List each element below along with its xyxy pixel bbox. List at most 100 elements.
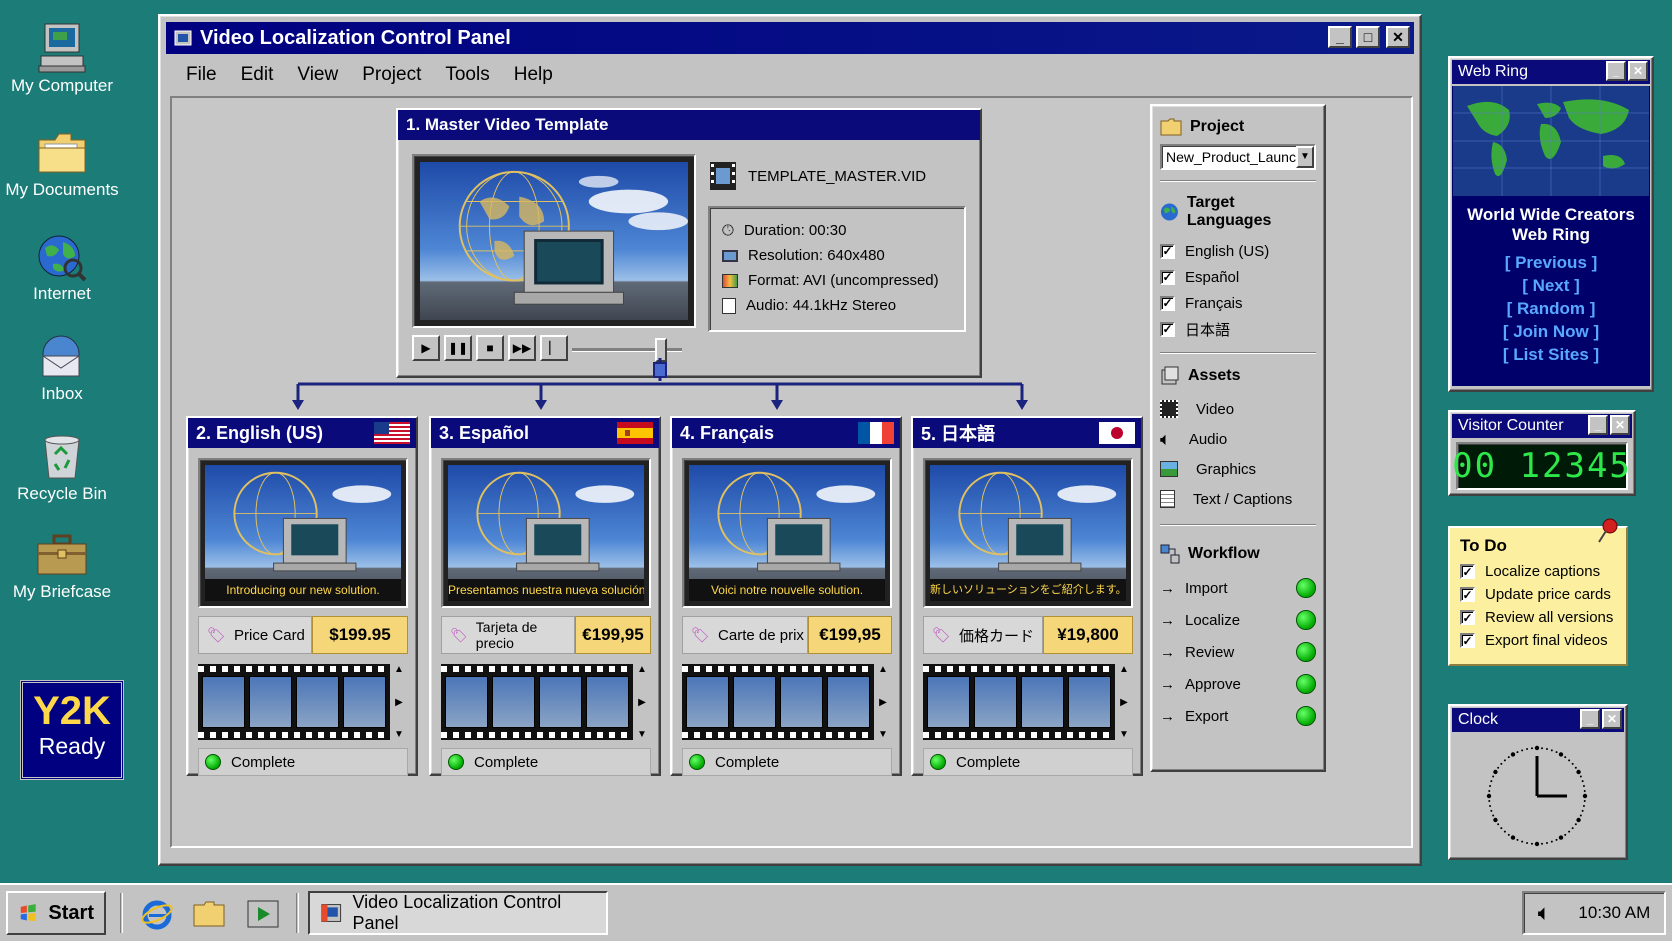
language-card-spanish[interactable]: 3. Español Presentamos nuestra nueva sol…	[429, 416, 661, 776]
asset-item-graphics[interactable]: Graphics	[1160, 454, 1316, 484]
quick-launch-folder[interactable]	[192, 899, 226, 934]
workflow-step-export[interactable]: → Export	[1160, 700, 1316, 732]
desktop-icon-inbox[interactable]: Inbox	[0, 332, 124, 404]
price-value[interactable]: €199,95	[575, 616, 651, 654]
checkbox-checked-icon[interactable]: ✓	[1160, 243, 1175, 259]
desktop-icon-my-computer[interactable]: My Computer	[0, 22, 124, 96]
web-ring-next-link[interactable]: [ Next ]	[1452, 274, 1650, 297]
menu-project[interactable]: Project	[350, 60, 433, 90]
film-frame[interactable]	[1021, 676, 1064, 728]
menu-view[interactable]: View	[285, 60, 350, 90]
language-checkbox-row[interactable]: ✓ Français	[1160, 290, 1316, 316]
web-ring-join-link[interactable]: [ Join Now ]	[1452, 320, 1650, 343]
checkbox-checked-icon[interactable]: ✓	[1460, 564, 1475, 579]
checkbox-checked-icon[interactable]: ✓	[1460, 610, 1475, 625]
film-frame[interactable]	[202, 676, 245, 728]
workflow-step-review[interactable]: → Review	[1160, 636, 1316, 668]
scroll-down-icon[interactable]: ▼	[633, 729, 651, 740]
minimize-button[interactable]: _	[1580, 709, 1600, 729]
start-button[interactable]: Start	[6, 891, 106, 935]
checkbox-checked-icon[interactable]: ✓	[1460, 633, 1475, 648]
checkbox-checked-icon[interactable]: ✓	[1460, 587, 1475, 602]
film-frame[interactable]	[780, 676, 823, 728]
project-dropdown[interactable]: New_Product_Launch ▼	[1160, 144, 1316, 170]
todo-item[interactable]: ✓ Update price cards	[1460, 583, 1616, 606]
film-frame[interactable]	[827, 676, 870, 728]
film-scrollbar[interactable]: ▲ ▶ ▼	[633, 664, 651, 740]
asset-item-video[interactable]: Video	[1160, 394, 1316, 424]
window-titlebar[interactable]: Video Localization Control Panel _ □ ✕	[166, 22, 1414, 54]
film-frame[interactable]	[686, 676, 729, 728]
scroll-down-icon[interactable]: ▼	[874, 729, 892, 740]
chevron-down-icon[interactable]: ▼	[1296, 146, 1314, 168]
desktop-icon-my-briefcase[interactable]: My Briefcase	[0, 532, 124, 602]
checkbox-checked-icon[interactable]: ✓	[1160, 321, 1175, 337]
price-value[interactable]: €199,95	[808, 616, 892, 654]
menu-edit[interactable]: Edit	[229, 60, 286, 90]
todo-item[interactable]: ✓ Review all versions	[1460, 606, 1616, 629]
quick-launch-ie[interactable]	[140, 897, 174, 936]
visitor-counter-titlebar[interactable]: Visitor Counter _ ✕	[1452, 414, 1632, 438]
desktop-icon-my-documents[interactable]: My Documents	[0, 128, 124, 200]
scroll-up-icon[interactable]: ▲	[633, 664, 651, 675]
film-frame[interactable]	[733, 676, 776, 728]
localized-video-preview[interactable]: Presentamos nuestra nueva solución.	[441, 458, 651, 608]
checkbox-checked-icon[interactable]: ✓	[1160, 295, 1175, 311]
film-frame[interactable]	[927, 676, 970, 728]
film-frame[interactable]	[343, 676, 386, 728]
minimize-button[interactable]: _	[1588, 415, 1608, 435]
minimize-button[interactable]: _	[1328, 26, 1352, 48]
localized-video-preview[interactable]: Voici notre nouvelle solution.	[682, 458, 892, 608]
language-checkbox-row[interactable]: ✓ Español	[1160, 264, 1316, 290]
close-button[interactable]: ✕	[1610, 415, 1630, 435]
scroll-up-icon[interactable]: ▲	[874, 664, 892, 675]
price-value[interactable]: ¥19,800	[1043, 616, 1133, 654]
close-button[interactable]: ✕	[1386, 26, 1410, 48]
localized-video-preview[interactable]: 新しいソリューションをご紹介します。	[923, 458, 1133, 608]
language-card-french[interactable]: 4. Français Voici notre nouvelle solutio…	[670, 416, 902, 776]
workflow-step-approve[interactable]: → Approve	[1160, 668, 1316, 700]
quick-launch-media[interactable]	[246, 899, 280, 934]
desktop-icon-recycle-bin[interactable]: Recycle Bin	[0, 430, 124, 504]
maximize-button[interactable]: □	[1356, 26, 1380, 48]
asset-item-audio[interactable]: 🔈︎ Audio	[1160, 424, 1316, 454]
localized-video-preview[interactable]: Introducing our new solution.	[198, 458, 408, 608]
desktop-icon-internet[interactable]: Internet	[0, 232, 124, 304]
close-button[interactable]: ✕	[1602, 709, 1622, 729]
clock-titlebar[interactable]: Clock _ ✕	[1452, 708, 1624, 732]
film-frame[interactable]	[974, 676, 1017, 728]
language-card-japanese[interactable]: 5. 日本語 新しいソリューションをご紹介します。 🏷︎ 価格カード ¥19,800…	[911, 416, 1143, 776]
minimize-button[interactable]: _	[1606, 61, 1626, 81]
scroll-up-icon[interactable]: ▲	[1115, 664, 1133, 675]
film-scrollbar[interactable]: ▲ ▶ ▼	[390, 664, 408, 740]
workflow-step-localize[interactable]: → Localize	[1160, 604, 1316, 636]
menu-file[interactable]: File	[174, 60, 229, 90]
web-ring-previous-link[interactable]: [ Previous ]	[1452, 251, 1650, 274]
tray-clock[interactable]: 10:30 AM	[1578, 903, 1650, 923]
film-frame[interactable]	[586, 676, 629, 728]
film-frame[interactable]	[539, 676, 582, 728]
scroll-down-icon[interactable]: ▼	[390, 729, 408, 740]
film-scrollbar[interactable]: ▲ ▶ ▼	[1115, 664, 1133, 740]
scroll-down-icon[interactable]: ▼	[1115, 729, 1133, 740]
todo-item[interactable]: ✓ Export final videos	[1460, 629, 1616, 652]
film-frame[interactable]	[492, 676, 535, 728]
film-frame[interactable]	[249, 676, 292, 728]
film-frame[interactable]	[445, 676, 488, 728]
scroll-up-icon[interactable]: ▲	[390, 664, 408, 675]
menu-help[interactable]: Help	[502, 60, 565, 90]
web-ring-list-link[interactable]: [ List Sites ]	[1452, 343, 1650, 366]
volume-icon[interactable]: 🔈︎	[1538, 900, 1551, 926]
language-checkbox-row[interactable]: ✓ English (US)	[1160, 238, 1316, 264]
language-checkbox-row[interactable]: ✓ 日本語	[1160, 316, 1316, 342]
workflow-step-import[interactable]: → Import	[1160, 572, 1316, 604]
taskbar-task-button[interactable]: Video Localization Control Panel	[308, 891, 608, 935]
film-frame[interactable]	[1068, 676, 1111, 728]
language-card-english[interactable]: 2. English (US) Introducing our new solu…	[186, 416, 418, 776]
asset-item-text-captions[interactable]: Text / Captions	[1160, 484, 1316, 514]
menu-tools[interactable]: Tools	[433, 60, 501, 90]
price-value[interactable]: $199.95	[312, 616, 408, 654]
film-frame[interactable]	[296, 676, 339, 728]
web-ring-titlebar[interactable]: Web Ring _ ✕	[1452, 60, 1650, 84]
todo-item[interactable]: ✓ Localize captions	[1460, 560, 1616, 583]
